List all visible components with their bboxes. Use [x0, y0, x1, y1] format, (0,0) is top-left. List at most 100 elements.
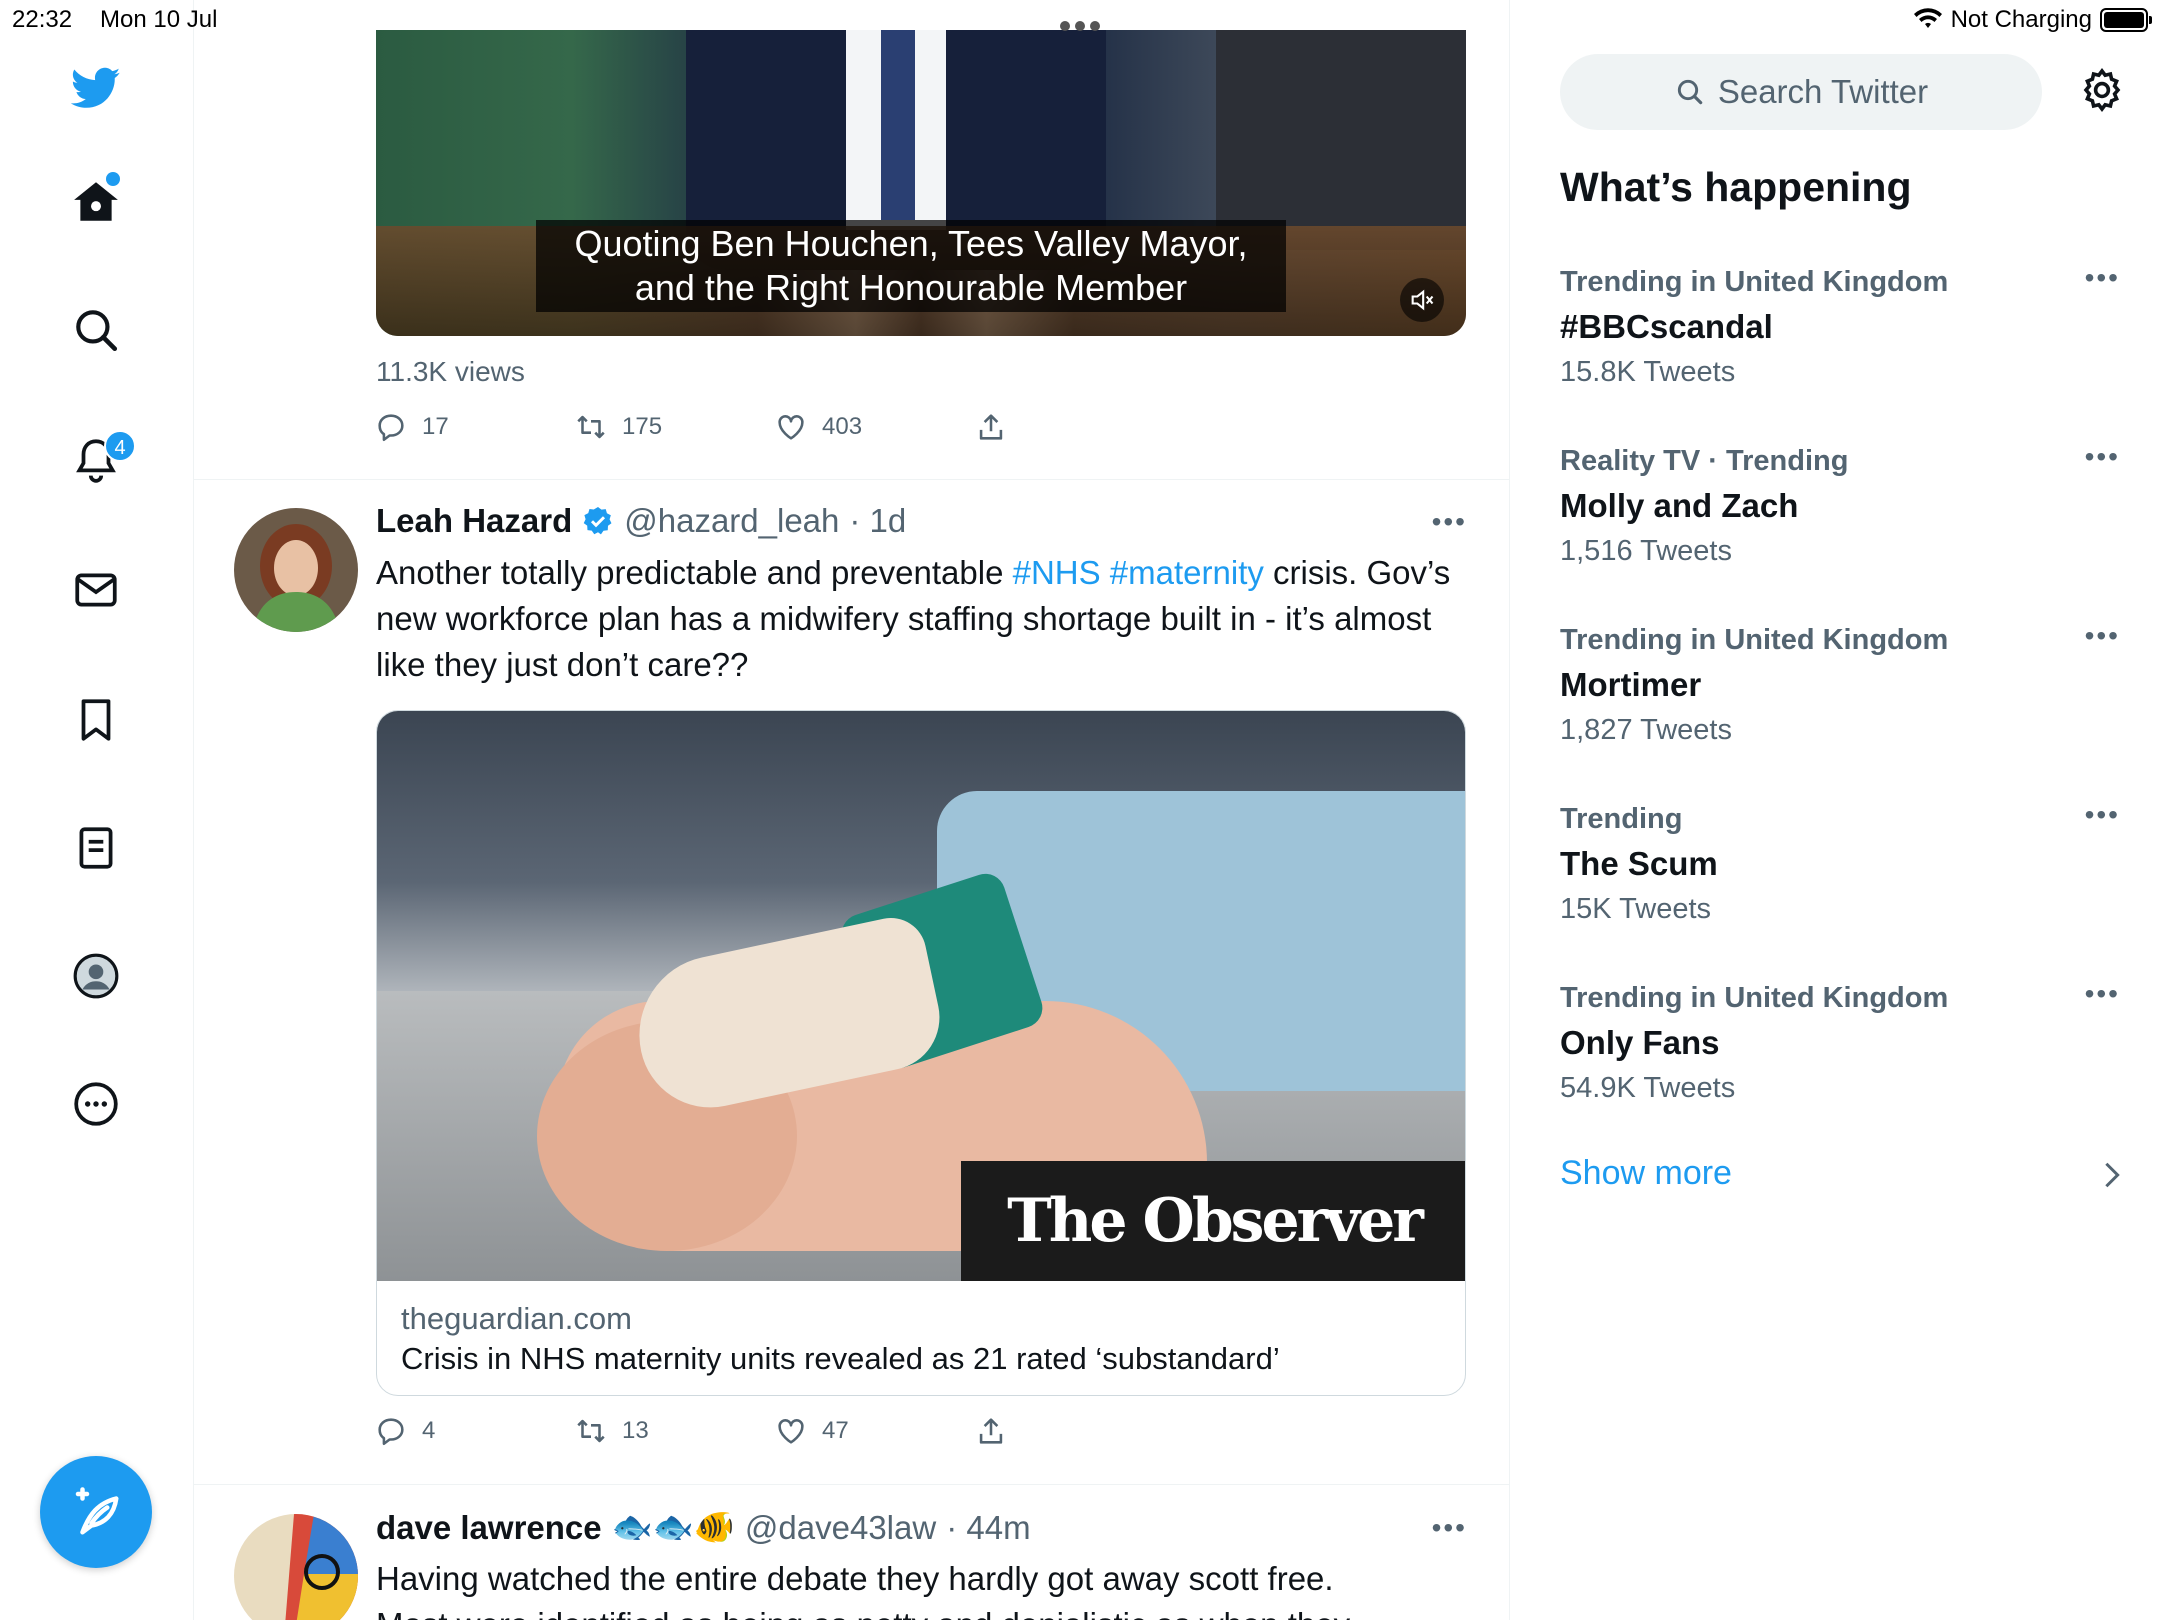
reply-icon: [378, 1418, 404, 1446]
tweet-actions: 17 175 403: [374, 410, 1074, 450]
tweet-text-line2: Most were identified as being as petty a…: [376, 1602, 1456, 1620]
share-button[interactable]: [974, 410, 1008, 444]
tweet-text-line1: Having watched the entire debate they ha…: [376, 1560, 1334, 1597]
show-more-link[interactable]: Show more: [1560, 1154, 1732, 1193]
trend-more-icon[interactable]: •••: [2085, 441, 2120, 473]
share-icon: [979, 414, 1003, 440]
notifications-badge: 4: [104, 430, 136, 462]
status-bar: 22:32 Mon 10 Jul Not Charging: [0, 0, 2160, 40]
share-icon: [979, 1418, 1003, 1444]
avatar[interactable]: [234, 1514, 358, 1620]
trend-more-icon[interactable]: •••: [2085, 262, 2120, 294]
app-root: 22:32 Mon 10 Jul Not Charging 4 Quoting …: [0, 0, 2160, 1620]
left-nav: 4: [0, 0, 194, 1620]
brand-overlay: The Observer: [961, 1161, 1465, 1281]
lists-icon[interactable]: [66, 818, 126, 878]
compose-tweet-button[interactable]: [40, 1456, 152, 1568]
tweet-more-icon[interactable]: •••: [1432, 506, 1467, 538]
tweet-handle[interactable]: @hazard_leah: [624, 502, 839, 540]
explore-search-icon[interactable]: [66, 300, 126, 360]
like-count: 403: [822, 413, 863, 440]
status-date: Mon 10 Jul: [100, 6, 218, 33]
right-sidebar: Search Twitter What’s happening Trending…: [1510, 0, 2160, 1620]
tweet-actions: 4 13 47: [374, 1414, 1074, 1454]
author-emoji: 🐟🐟🐠: [611, 1508, 735, 1545]
like-count: 47: [822, 1417, 849, 1444]
retweet-button[interactable]: 175: [574, 410, 662, 444]
chevron-right-icon: [2105, 1162, 2120, 1188]
profile-avatar-icon[interactable]: [66, 946, 126, 1006]
battery-icon: [2100, 8, 2152, 32]
trend-item[interactable]: Trending in United Kingdom Mortimer 1,82…: [1560, 620, 2120, 780]
hashtag-link[interactable]: #NHS: [1013, 554, 1101, 591]
link-card-image: The Observer: [377, 711, 1465, 1281]
tweet-header: Leah Hazard @hazard_leah · 1d: [376, 502, 906, 540]
link-card-domain: theguardian.com: [401, 1301, 632, 1336]
retweet-icon: [577, 1419, 605, 1443]
trend-more-icon[interactable]: •••: [2085, 620, 2120, 652]
tweet-time[interactable]: · 1d: [849, 502, 906, 540]
link-card-title: Crisis in NHS maternity units revealed a…: [401, 1341, 1280, 1376]
reply-button[interactable]: 4: [374, 1414, 435, 1448]
retweet-count: 175: [622, 413, 663, 440]
tweet-video[interactable]: Quoting Ben Houchen, Tees Valley Mayor, …: [376, 30, 1466, 336]
share-button[interactable]: [974, 1414, 1008, 1448]
heart-icon: [778, 415, 804, 440]
like-button[interactable]: 403: [774, 410, 862, 444]
charging-status: Not Charging: [1950, 6, 2092, 33]
trend-count: 54.9K Tweets: [1560, 1072, 1736, 1104]
status-right: Not Charging: [1913, 6, 2152, 34]
trend-item[interactable]: Trending in United Kingdom #BBCscandal 1…: [1560, 262, 2120, 422]
trend-count: 1,827 Tweets: [1560, 714, 1732, 746]
reply-button[interactable]: 17: [374, 410, 449, 444]
compose-feather-icon: [75, 1487, 119, 1535]
verified-badge-icon: [583, 507, 612, 535]
avatar[interactable]: [234, 508, 358, 632]
hashtag-link[interactable]: #maternity: [1110, 554, 1264, 591]
tweet-handle[interactable]: @dave43law: [745, 1509, 936, 1547]
trend-item[interactable]: Reality TV · Trending Molly and Zach 1,5…: [1560, 441, 2120, 601]
settings-gear-icon[interactable]: [2078, 66, 2126, 114]
more-options-icon[interactable]: [66, 1074, 126, 1134]
video-caption: Quoting Ben Houchen, Tees Valley Mayor, …: [536, 220, 1286, 312]
tweet-time[interactable]: · 44m: [946, 1509, 1030, 1547]
like-button[interactable]: 47: [774, 1414, 849, 1448]
messages-mail-icon[interactable]: [66, 560, 126, 620]
search-input[interactable]: Search Twitter: [1560, 54, 2042, 130]
timeline: Quoting Ben Houchen, Tees Valley Mayor, …: [194, 0, 1510, 1620]
trend-item[interactable]: Trending in United Kingdom Only Fans 54.…: [1560, 978, 2120, 1138]
tweet-author-name[interactable]: dave lawrence: [376, 1509, 602, 1547]
trend-name: The Scum: [1560, 845, 1718, 882]
tweet-divider: [194, 479, 1509, 480]
reply-icon: [378, 414, 404, 442]
trend-context: Trending in United Kingdom: [1560, 624, 1949, 656]
link-card[interactable]: The Observer theguardian.com Crisis in N…: [376, 710, 1466, 1396]
multitask-grip-icon[interactable]: [1060, 18, 1110, 32]
trend-item[interactable]: Trending The Scum 15K Tweets •••: [1560, 799, 2120, 959]
retweet-count: 13: [622, 1417, 649, 1444]
tweet-text-part1: Another totally predictable and preventa…: [376, 554, 1013, 591]
twitter-logo-icon[interactable]: [66, 58, 126, 118]
tweet-author-name[interactable]: Leah Hazard: [376, 502, 572, 540]
bookmarks-icon[interactable]: [66, 690, 126, 750]
tweet-views: 11.3K views: [376, 356, 525, 387]
retweet-button[interactable]: 13: [574, 1414, 649, 1448]
reply-count: 4: [422, 1417, 436, 1444]
trend-count: 1,516 Tweets: [1560, 535, 1732, 567]
trend-name: Mortimer: [1560, 666, 1702, 703]
tweet-text: Another totally predictable and preventa…: [376, 550, 1456, 688]
retweet-icon: [577, 415, 605, 439]
reply-count: 17: [422, 413, 449, 440]
trend-more-icon[interactable]: •••: [2085, 799, 2120, 831]
search-placeholder: Search Twitter: [1717, 73, 1929, 110]
wifi-icon: [1913, 8, 1942, 28]
trend-name: Molly and Zach: [1560, 487, 1799, 524]
tweet-more-icon[interactable]: •••: [1432, 1512, 1467, 1544]
trend-count: 15.8K Tweets: [1560, 356, 1736, 388]
mute-icon[interactable]: [1400, 278, 1444, 322]
trend-more-icon[interactable]: •••: [2085, 978, 2120, 1010]
video-tie: [881, 30, 915, 220]
video-figure-right: [1216, 30, 1466, 250]
trend-name: #BBCscandal: [1560, 308, 1773, 345]
tweet-divider: [194, 1484, 1509, 1485]
